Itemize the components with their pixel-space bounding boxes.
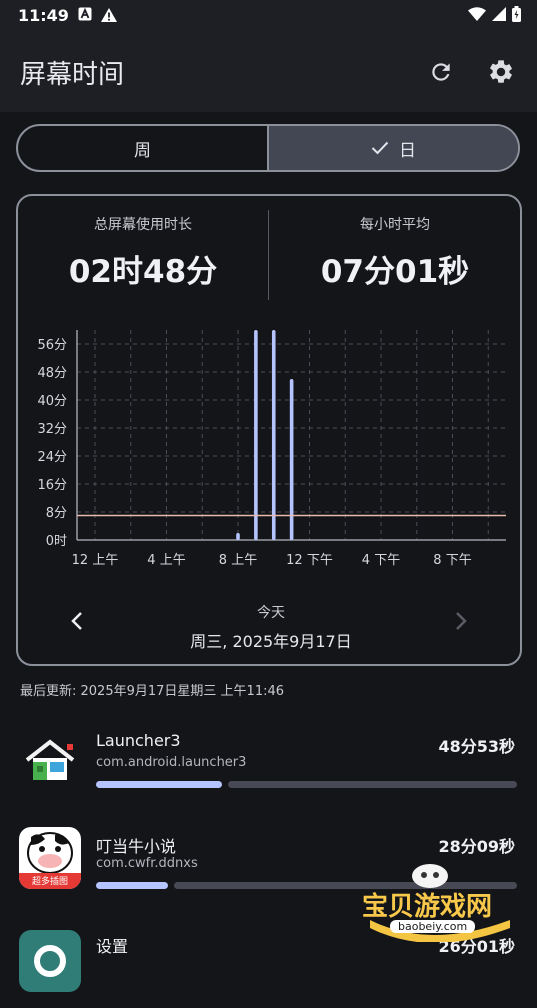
tab-day-label: 日 — [399, 140, 416, 161]
watermark-url: baobeiy.com — [390, 920, 476, 933]
usage-bar — [271, 330, 276, 540]
signal-icon — [492, 7, 506, 21]
date-label: 周三, 2025年9月17日 — [190, 632, 352, 651]
usage-bar — [254, 330, 258, 540]
previous-day-button[interactable] — [70, 608, 84, 638]
y-tick-label: 48分 — [37, 366, 67, 381]
cow-novel-icon: 超多插图 — [19, 827, 81, 889]
tab-week[interactable]: 周 — [18, 126, 269, 170]
usage-bar — [236, 533, 240, 540]
wifi-icon — [468, 7, 486, 21]
hourly-usage-chart: 0时 8分 16分 24分 32分 40分 48分 56分 12 上午 4 上午 8 上午 12 下午… — [37, 330, 506, 568]
average-value: 07分01秒 — [320, 254, 470, 290]
refresh-icon — [432, 63, 450, 81]
gear-icon — [490, 60, 512, 83]
y-tick-label: 0时 — [46, 534, 67, 549]
app-bar: 屏幕时间 — [0, 32, 537, 112]
average-label: 每小时平均 — [360, 217, 430, 233]
app-package: com.cwfr.ddnxs — [96, 856, 198, 871]
y-tick-label: 16分 — [37, 478, 67, 493]
usage-bar-track — [228, 781, 517, 788]
warning-icon — [101, 8, 117, 22]
icon-badge-text: 超多插图 — [31, 877, 68, 887]
x-tick-label: 4 上午 — [147, 553, 185, 568]
next-day-button[interactable] — [454, 608, 468, 638]
chevron-left-icon — [71, 612, 82, 630]
settings-button[interactable] — [481, 52, 521, 92]
page-title: 屏幕时间 — [20, 60, 125, 90]
total-stat: 总屏幕使用时长 02时48分 — [18, 214, 268, 291]
watermark: 宝贝游戏网 baobeiy.com — [360, 862, 520, 943]
check-icon — [371, 141, 389, 155]
period-toggle: 周 日 — [16, 124, 520, 172]
last-update-text: 最后更新: 2025年9月17日星期三 上午11:46 — [20, 684, 285, 699]
x-tick-label: 12 上午 — [72, 553, 119, 568]
settings-app-icon — [19, 930, 81, 992]
y-tick-label: 8分 — [46, 506, 67, 521]
refresh-button[interactable] — [421, 52, 461, 92]
stat-divider — [268, 210, 269, 300]
average-stat: 每小时平均 07分01秒 — [270, 214, 520, 291]
x-tick-label: 8 上午 — [219, 553, 257, 568]
total-value: 02时48分 — [68, 254, 218, 290]
tab-week-label: 周 — [134, 140, 151, 161]
status-bar: 11:49 — [0, 0, 537, 32]
usage-bar-fill — [96, 882, 168, 889]
app-name: 设置 — [96, 937, 129, 956]
total-label: 总屏幕使用时长 — [94, 217, 192, 233]
usage-bar-fill — [96, 781, 222, 788]
y-tick-label: 24分 — [37, 450, 67, 465]
battery-icon — [512, 6, 521, 22]
date-navigator: 今天 周三, 2025年9月17日 — [148, 602, 394, 652]
x-tick-label: 12 下午 — [286, 553, 333, 568]
app-usage-time: 28分09秒 — [438, 837, 515, 856]
app-package: com.android.launcher3 — [96, 755, 247, 770]
watermark-title: 宝贝游戏网 — [362, 892, 493, 922]
y-tick-label: 56分 — [37, 338, 67, 353]
app-name: 叮当牛小说 — [96, 837, 177, 856]
y-tick-label: 32分 — [37, 422, 67, 437]
chevron-right-icon — [456, 612, 467, 630]
tab-day[interactable]: 日 — [269, 126, 518, 170]
date-relative: 今天 — [257, 605, 285, 621]
y-tick-label: 40分 — [37, 394, 67, 409]
gear-icon — [34, 945, 66, 977]
app-usage-time: 48分53秒 — [438, 737, 515, 756]
notification-a-icon — [78, 7, 92, 21]
x-tick-label: 8 下午 — [433, 553, 471, 568]
app-name: Launcher3 — [96, 731, 181, 750]
status-time: 11:49 — [18, 6, 69, 25]
list-item[interactable]: Launcher3 com.android.launcher3 48分53秒 — [0, 715, 537, 810]
x-tick-label: 4 下午 — [362, 553, 400, 568]
launcher-house-icon — [25, 739, 75, 780]
